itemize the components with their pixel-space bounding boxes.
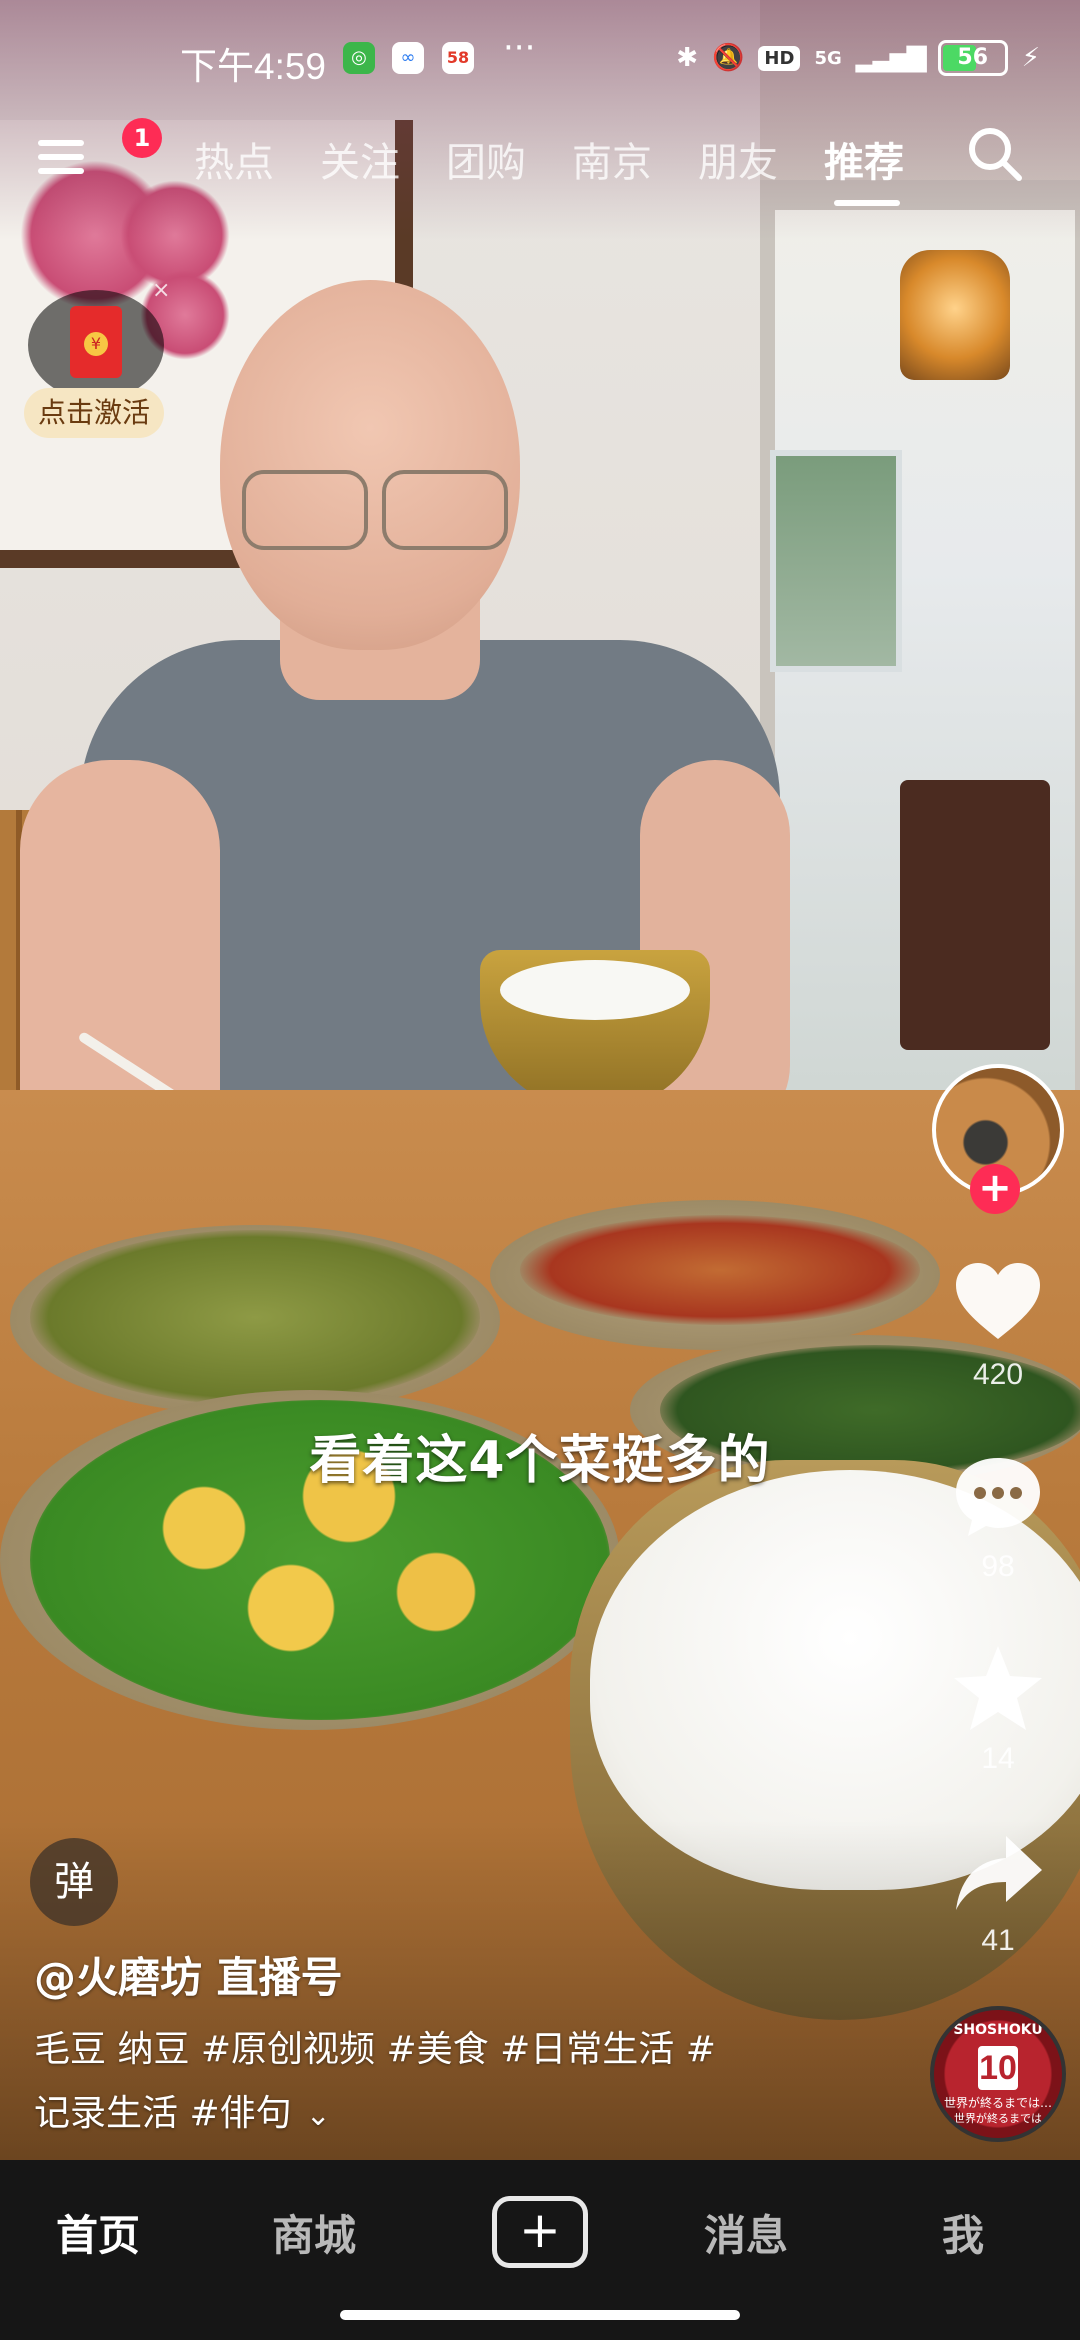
edamame-dish [30, 1230, 480, 1405]
top-navigation: 1 热点 关注 团购 南京 朋友 推荐 [0, 118, 1080, 206]
follow-button[interactable]: + [970, 1164, 1020, 1214]
create-post-button[interactable]: + [492, 2196, 588, 2268]
yuan-seal-icon: ¥ [84, 332, 108, 356]
battery-icon: 56 [937, 40, 1008, 76]
home-indicator[interactable] [340, 2310, 740, 2320]
video-frame[interactable] [0, 0, 1080, 2160]
search-button[interactable] [965, 124, 1025, 184]
danmaku-toggle-button[interactable]: 弹 [30, 1838, 118, 1926]
tab-nanjing[interactable]: 南京 [572, 130, 652, 188]
chair [900, 780, 1050, 1050]
window [770, 450, 902, 672]
menu-button[interactable]: 1 [38, 118, 162, 176]
video-subtitle: 看着这4个菜挺多的 [309, 1431, 771, 1491]
share-button[interactable] [950, 1828, 1046, 1924]
tab-recommended[interactable]: 推荐 [824, 130, 904, 188]
person-head [220, 280, 520, 650]
disc-number: 10 [978, 2046, 1018, 2090]
status-bar: 下午4:59 ◎ ∞ 58 ··· ✱ 🔕 HD 5G ▂▃▅▇ 56 ⚡ [0, 0, 1080, 122]
music-disc[interactable]: SHOSHOKU 10 世界が終るまでは… 世界が終るまでは [930, 2006, 1066, 2142]
58-app-icon: 58 [442, 42, 474, 74]
charging-icon: ⚡ [1021, 43, 1040, 73]
red-packet-widget[interactable]: ¥ [28, 290, 164, 400]
nav-me[interactable]: 我 [942, 2202, 984, 2263]
clock: 下午4:59 [180, 46, 327, 87]
share-arrow-icon [956, 1836, 1042, 1910]
red-packet-close-button[interactable]: × [152, 278, 170, 303]
comment-count: 98 [981, 1550, 1015, 1583]
tab-group-buy[interactable]: 团购 [446, 130, 526, 188]
more-notifications-icon: ··· [503, 28, 536, 68]
disc-subtitle: 世界が終るまでは… [943, 2096, 1052, 2110]
braised-fish-dish [520, 1215, 920, 1325]
author-name[interactable]: @火磨坊 直播号 [34, 1944, 343, 2005]
notification-badge: 1 [122, 118, 162, 158]
like-button[interactable] [950, 1255, 1046, 1351]
network-type: 5G [814, 47, 842, 69]
share-count: 41 [981, 1924, 1015, 1957]
hd-icon: HD [758, 45, 801, 71]
heart-icon [956, 1263, 1040, 1339]
app-notification-icon: ∞ [392, 42, 424, 74]
pendant-lamp [900, 250, 1010, 380]
bluetooth-icon: ✱ [676, 43, 699, 73]
active-tab-indicator [834, 200, 900, 206]
search-icon [969, 128, 1022, 181]
expand-chevron-icon[interactable]: ⌄ [306, 2084, 331, 2148]
nav-mall[interactable]: 商城 [272, 2202, 356, 2263]
glasses [232, 470, 508, 550]
nav-messages[interactable]: 消息 [704, 2202, 788, 2263]
favorite-button[interactable] [950, 1640, 1046, 1736]
description-line: 毛豆 纳豆 #原创视频 #美食 #日常生活 # [34, 2029, 716, 2070]
nav-home[interactable]: 首页 [56, 2202, 140, 2263]
description-line: 记录生活 #俳句 [34, 2093, 292, 2134]
tab-following[interactable]: 关注 [320, 130, 400, 188]
tab-friends[interactable]: 朋友 [698, 130, 778, 188]
like-count: 420 [972, 1358, 1024, 1391]
comment-button[interactable] [950, 1448, 1046, 1544]
disc-title: SHOSHOKU [953, 2022, 1043, 2038]
signal-icon: ▂▃▅▇ [855, 43, 927, 73]
tab-hot[interactable]: 热点 [194, 130, 274, 188]
disc-caption: 世界が終るまでは [954, 2112, 1042, 2125]
video-description[interactable]: 毛豆 纳豆 #原创视频 #美食 #日常生活 # 记录生活 #俳句 ⌄ [34, 2018, 834, 2148]
mute-bell-icon: 🔕 [712, 43, 745, 73]
favorite-count: 14 [981, 1742, 1015, 1775]
battery-level: 56 [957, 45, 989, 70]
comment-bubble-icon [956, 1458, 1040, 1536]
wechat-notification-icon: ◎ [343, 42, 375, 74]
red-packet-activate-button[interactable]: 点击激活 [24, 388, 164, 438]
star-icon [954, 1646, 1042, 1730]
